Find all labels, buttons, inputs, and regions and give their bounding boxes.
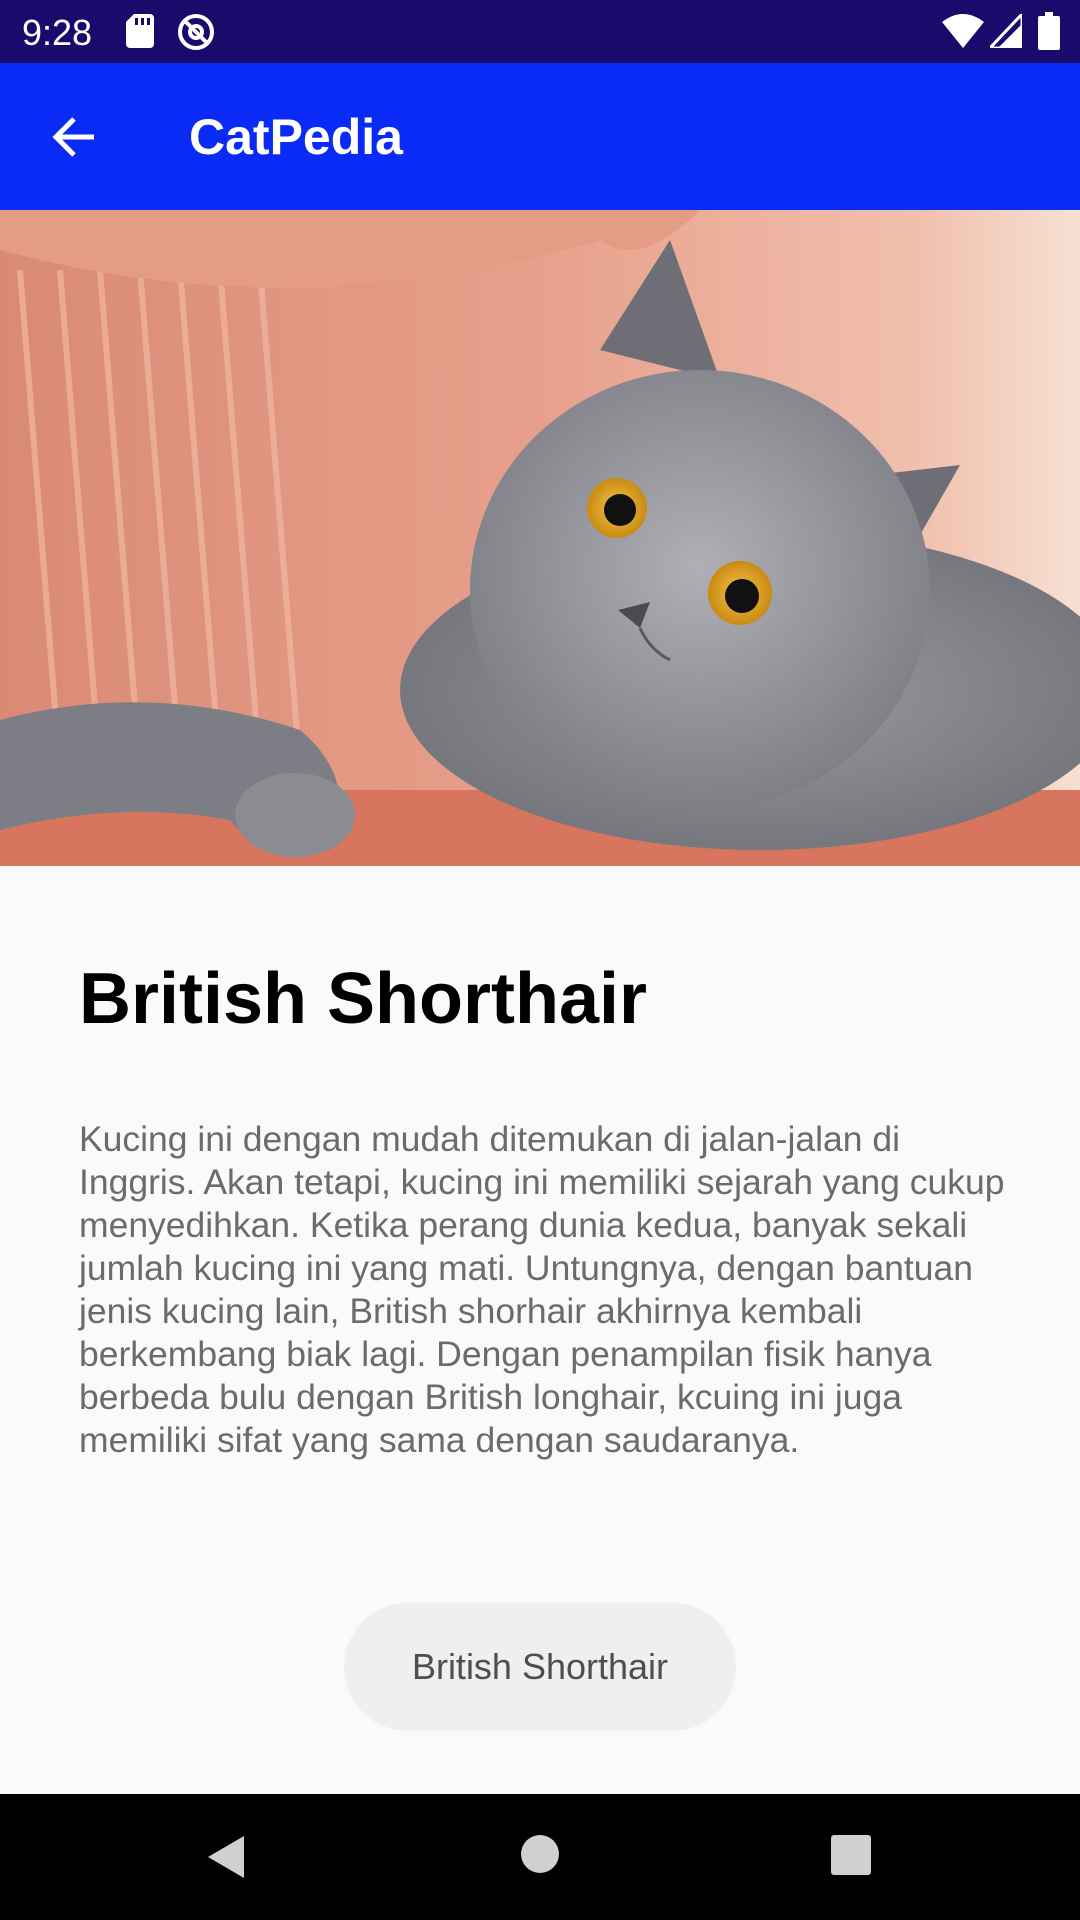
nav-recents-icon[interactable] [830,1834,872,1876]
at-sign-icon [178,14,214,50]
breed-title: British Shorthair [79,959,648,1039]
status-time: 9:28 [22,12,93,53]
cat-photo [0,210,1080,866]
nav-back-icon[interactable] [204,1834,250,1880]
breed-chip-button[interactable]: British Shorthair [344,1603,736,1731]
app-bar: CatPedia [0,63,1080,210]
sd-card-icon [126,14,154,48]
navigation-bar [0,1794,1080,1920]
breed-description: Kucing ini dengan mudah ditemukan di jal… [79,1119,1005,1460]
wifi-icon [942,14,984,48]
nav-home-icon[interactable] [520,1834,560,1874]
back-button[interactable] [36,99,112,175]
signal-icon [990,14,1022,48]
app-title: CatPedia [189,109,403,165]
arrow-left-icon [52,117,94,157]
battery-icon [1038,12,1060,50]
status-bar: 9:28 [0,0,1080,63]
